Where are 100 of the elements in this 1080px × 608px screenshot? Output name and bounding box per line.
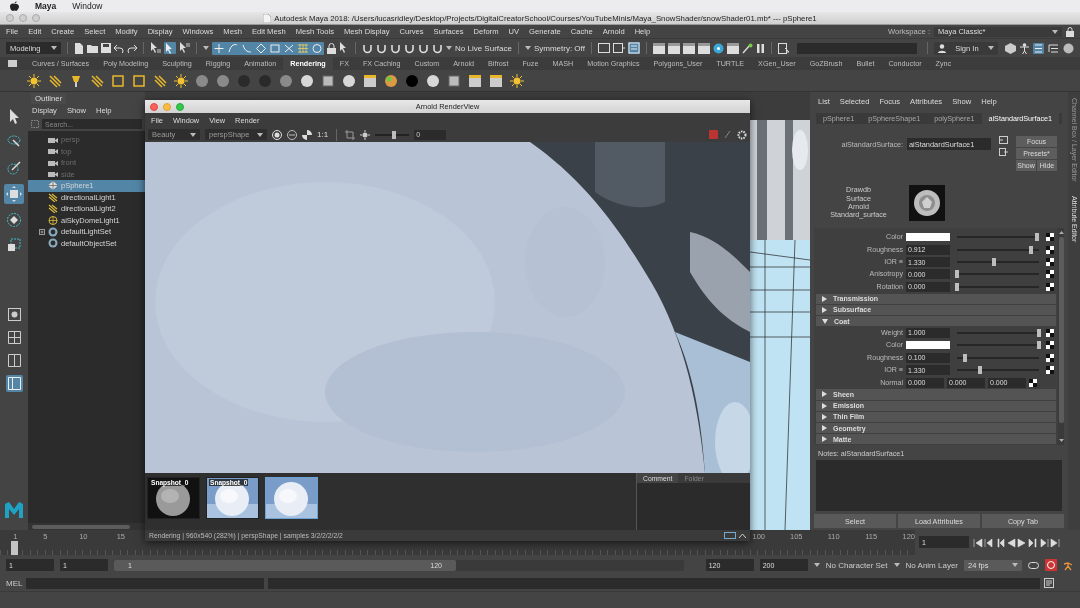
clapper-icon[interactable] [697, 42, 710, 54]
collapse-icon[interactable] [739, 533, 746, 538]
menu-item[interactable]: Maya [35, 1, 57, 11]
clapper-icon[interactable] [652, 42, 665, 54]
scrollbar[interactable] [28, 523, 145, 530]
list-icon[interactable] [1033, 42, 1044, 54]
brush-icon[interactable] [7, 160, 21, 176]
slider-thumb[interactable] [1028, 245, 1033, 254]
output-icon[interactable] [999, 148, 1008, 156]
close-button[interactable] [150, 102, 158, 111]
color-swatch[interactable] [906, 341, 950, 350]
move-icon[interactable] [6, 186, 22, 202]
frame-icon [111, 73, 125, 88]
person-icon[interactable] [1020, 42, 1029, 54]
layout-icon[interactable] [7, 308, 21, 321]
sun-icon [360, 129, 371, 140]
folder-icon[interactable] [87, 43, 98, 53]
layout-icon[interactable] [7, 331, 21, 344]
cursor-icon[interactable] [150, 42, 161, 54]
lock-icon[interactable] [327, 42, 336, 54]
diamond-icon[interactable] [254, 41, 268, 55]
play-icon[interactable] [1017, 537, 1027, 548]
current-frame-marker[interactable] [11, 541, 18, 555]
magnet-icon[interactable] [404, 42, 415, 54]
layout-icon[interactable] [7, 354, 21, 367]
step-forward-icon[interactable] [1039, 537, 1049, 548]
step-forward-icon[interactable] [1028, 537, 1038, 548]
play-back-icon[interactable] [1006, 537, 1016, 548]
search-field[interactable] [796, 42, 917, 54]
skip-back-icon[interactable] [973, 537, 983, 548]
clapper-icon[interactable] [667, 42, 680, 54]
slider-thumb[interactable] [977, 366, 982, 375]
command-field[interactable] [26, 577, 265, 589]
slider-thumb[interactable] [1035, 233, 1040, 242]
frame-icon[interactable] [268, 41, 282, 55]
puzzle-icon[interactable] [302, 129, 312, 140]
step-back-icon[interactable] [995, 537, 1005, 548]
slider-thumb[interactable] [391, 130, 396, 139]
caret-icon [1052, 29, 1058, 34]
scrollbar[interactable] [1058, 228, 1064, 445]
pause-icon[interactable] [755, 42, 765, 54]
notes-field[interactable] [816, 460, 1062, 511]
input-icon[interactable] [999, 136, 1008, 144]
runner-icon[interactable] [1063, 559, 1074, 571]
slider-thumb[interactable] [1037, 341, 1041, 350]
camera-icon [48, 171, 58, 178]
panel-icon[interactable] [777, 42, 790, 54]
magnet-icon[interactable] [390, 42, 401, 54]
arrow-icon[interactable] [7, 108, 21, 124]
channel-icon[interactable] [287, 129, 297, 140]
slider-thumb[interactable] [991, 258, 996, 267]
file-icon[interactable] [74, 42, 84, 54]
plus-icon[interactable] [212, 41, 226, 55]
slider-thumb[interactable] [955, 282, 959, 291]
color-swatch[interactable] [906, 233, 950, 242]
record-icon[interactable] [272, 129, 282, 140]
rotate-icon[interactable] [6, 212, 22, 228]
sphere-icon [342, 73, 356, 88]
magnet-icon[interactable] [418, 42, 429, 54]
magnet-icon[interactable] [362, 42, 373, 54]
save-icon[interactable] [101, 43, 111, 53]
checker-icon [1046, 270, 1054, 279]
sun-icon [174, 73, 188, 88]
menu-item[interactable]: Window [72, 1, 103, 11]
crop-icon[interactable] [345, 129, 356, 140]
slider-thumb[interactable] [1037, 328, 1041, 337]
result-field[interactable] [268, 577, 1041, 589]
list-icon[interactable] [1048, 42, 1059, 54]
curve-icon[interactable] [226, 41, 240, 55]
magnet-icon[interactable] [376, 42, 387, 54]
checker-icon [1046, 282, 1054, 291]
clapper-icon[interactable] [682, 42, 695, 54]
cursor-icon[interactable] [179, 42, 190, 54]
redo-icon[interactable] [127, 43, 137, 53]
slider-thumb[interactable] [955, 270, 959, 279]
circle-icon[interactable] [310, 41, 324, 55]
cursor-icon[interactable] [339, 42, 349, 54]
live-surface-label: No Live Surface [455, 43, 512, 53]
zoom-label: 1:1 [317, 130, 329, 139]
snapshot-thumbnail[interactable] [265, 477, 318, 519]
skip-forward-icon[interactable] [1050, 537, 1060, 548]
scale-icon[interactable] [7, 238, 21, 252]
panel-icon[interactable] [612, 43, 625, 53]
caret-icon [446, 46, 452, 50]
mesh-icon [48, 181, 58, 191]
panel-icon[interactable] [627, 42, 640, 54]
panel-icon[interactable] [597, 43, 610, 53]
brush-icon[interactable] [741, 42, 753, 54]
loop-icon[interactable] [1028, 560, 1039, 570]
alert-icon[interactable] [1045, 559, 1057, 571]
disc-icon[interactable] [712, 42, 724, 54]
gear-icon[interactable] [737, 129, 747, 140]
grid-icon[interactable] [296, 41, 310, 55]
script-icon[interactable] [1044, 578, 1055, 588]
comment-field[interactable] [637, 483, 750, 530]
slider-thumb[interactable] [963, 353, 968, 362]
clapper-icon[interactable] [726, 42, 739, 54]
undo-icon[interactable] [114, 43, 124, 53]
magnet-icon[interactable] [432, 42, 443, 54]
step-back-icon[interactable] [984, 537, 994, 548]
